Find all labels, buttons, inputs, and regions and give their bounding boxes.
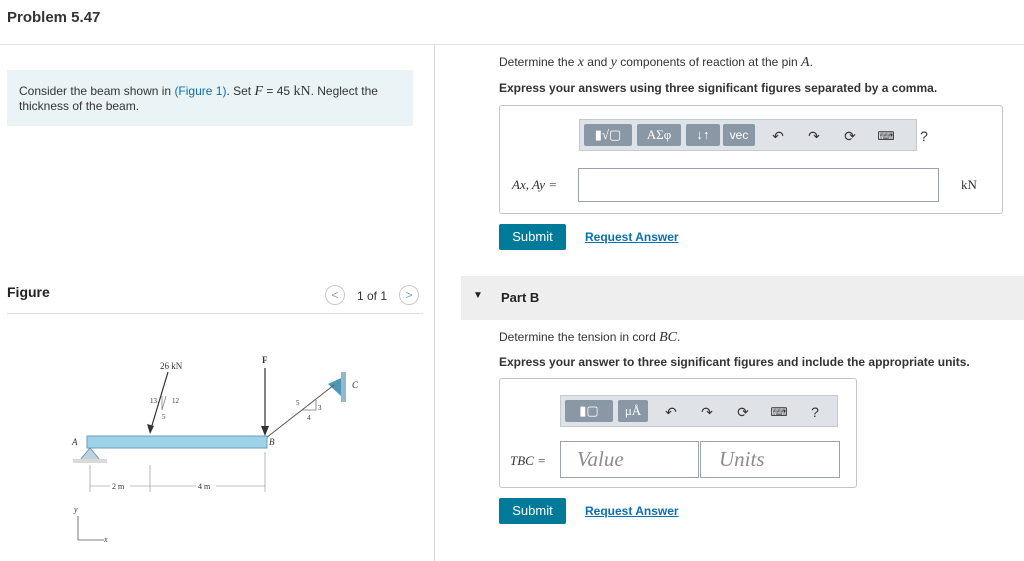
dim-2m: 2 m	[112, 482, 125, 491]
force-variable: F	[254, 84, 264, 99]
reset-icon[interactable]: ⟳	[733, 402, 753, 422]
help-button[interactable]: ?	[805, 402, 825, 422]
part-b-answer-box: ▮▢ μÅ ↶ ↷ ⟳ ⌨ ? TBC = Value Units	[499, 378, 857, 488]
part-a-answer-box: ▮√▢ ΑΣφ ↓↑ vec ↶ ↷ ⟳ ⌨ ? Ax, Ay = kN	[499, 105, 1003, 214]
header-divider	[0, 44, 1024, 45]
problem-intro: Consider the beam shown in	[19, 84, 172, 98]
label-a: A	[71, 437, 78, 447]
axis-x-label: x	[103, 535, 108, 542]
problem-neglect: . Neglect the	[310, 84, 378, 98]
column-divider	[434, 45, 435, 561]
part-b-header[interactable]: ▼ Part B	[461, 276, 1024, 320]
part-b-submit-button[interactable]: Submit	[499, 498, 566, 524]
axis-y-label: y	[73, 505, 78, 514]
chevron-left-icon[interactable]: <	[325, 285, 345, 305]
part-b-instruction: Express your answer to three significant…	[499, 355, 970, 369]
greek-button[interactable]: ΑΣφ	[637, 124, 681, 146]
force-unit: kN	[293, 84, 311, 99]
part-b-units-input[interactable]: Units	[700, 441, 840, 478]
part-b-request-answer-link[interactable]: Request Answer	[585, 504, 679, 518]
redo-icon[interactable]: ↷	[697, 402, 717, 422]
part-a-instruction: Express your answers using three signifi…	[499, 81, 938, 95]
templates-button[interactable]: ▮▢	[565, 400, 613, 422]
var-y: y	[610, 55, 617, 70]
part-b-heading: Part B	[501, 290, 540, 305]
cord-slope-3: 3	[318, 404, 322, 412]
label-26kn: 26 kN	[160, 361, 183, 371]
part-a-unit: kN	[961, 177, 977, 192]
force-f-head	[261, 426, 269, 436]
var-a: A	[801, 55, 810, 70]
var-bc: BC	[659, 330, 677, 345]
part-a-request-answer-link[interactable]: Request Answer	[585, 230, 679, 244]
dim-4m: 4 m	[198, 482, 211, 491]
templates-button[interactable]: ▮√▢	[584, 124, 632, 146]
slope-5: 5	[162, 413, 166, 421]
part-b-value-input[interactable]: Value	[560, 441, 699, 478]
part-a-submit-button[interactable]: Submit	[499, 224, 566, 250]
label-b: B	[269, 437, 275, 447]
problem-line-2: thickness of the beam.	[19, 99, 140, 113]
figure-divider	[7, 313, 423, 314]
problem-statement: Consider the beam shown in (Figure 1). S…	[7, 70, 413, 126]
wall-support	[341, 372, 346, 402]
units-placeholder: Units	[719, 447, 765, 471]
part-a-toolbar: ▮√▢ ΑΣφ ↓↑ vec ↶ ↷ ⟳ ⌨ ?	[579, 119, 928, 151]
force-26kn-head	[147, 424, 154, 434]
pin-c	[328, 378, 341, 396]
triangle-down-icon[interactable]: ▼	[473, 290, 483, 301]
cord-bc	[265, 384, 335, 439]
undo-icon[interactable]: ↶	[768, 126, 788, 146]
redo-icon[interactable]: ↷	[804, 126, 824, 146]
pin-a	[79, 447, 101, 461]
problem-set-text: . Set	[226, 84, 252, 98]
cord-slope-5: 5	[296, 399, 300, 407]
beam	[86, 435, 268, 449]
part-b-input-label: TBC =	[510, 453, 546, 468]
undo-icon[interactable]: ↶	[661, 402, 681, 422]
part-a-input-label: Ax, Ay =	[512, 177, 557, 192]
force-slope-triangle	[161, 395, 167, 411]
part-b-toolbar: ▮▢ μÅ ↶ ↷ ⟳ ⌨ ?	[560, 395, 838, 427]
units-button[interactable]: μÅ	[618, 400, 648, 422]
vec-button[interactable]: vec	[723, 124, 755, 146]
part-a-question: Determine the x and y components of reac…	[499, 55, 813, 70]
value-placeholder: Value	[577, 447, 624, 471]
figure-heading: Figure	[7, 284, 50, 300]
problem-title: Problem 5.47	[7, 9, 101, 26]
force-value: = 45	[266, 84, 291, 98]
help-button[interactable]: ?	[914, 126, 934, 146]
figure-counter: 1 of 1	[357, 289, 388, 303]
figure-link[interactable]: (Figure 1)	[174, 84, 226, 98]
keyboard-icon[interactable]: ⌨	[876, 126, 896, 146]
beam-figure: C 5 3 4 A B 26 kN 13 12 5 F 2 m 4 m y x	[71, 355, 359, 542]
label-f: F	[262, 355, 268, 365]
part-a-answer-input[interactable]	[578, 168, 939, 202]
chevron-right-icon[interactable]: >	[399, 285, 419, 305]
slope-13: 13	[150, 397, 158, 405]
reset-icon[interactable]: ⟳	[840, 126, 860, 146]
cord-slope-4: 4	[307, 414, 311, 422]
ground-a	[73, 459, 107, 463]
label-c: C	[352, 380, 359, 390]
part-b-question: Determine the tension in cord BC.	[499, 330, 681, 345]
var-x: x	[577, 55, 584, 70]
slope-12: 12	[172, 397, 180, 405]
arrows-button[interactable]: ↓↑	[686, 124, 720, 146]
keyboard-icon[interactable]: ⌨	[769, 402, 789, 422]
